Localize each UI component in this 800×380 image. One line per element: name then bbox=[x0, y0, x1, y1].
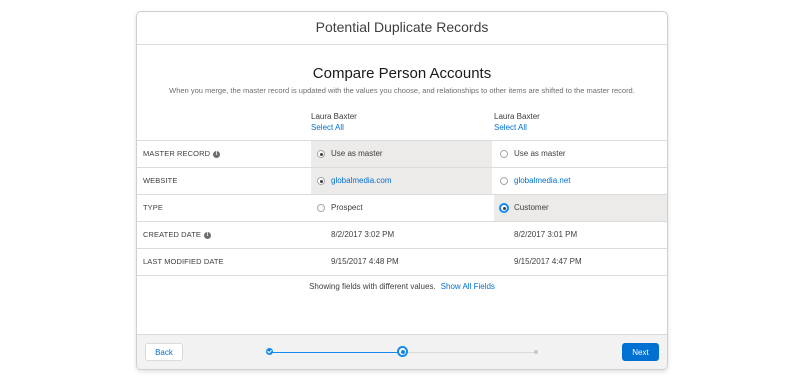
info-icon[interactable]: i bbox=[204, 231, 212, 239]
compare-heading: Compare Person Accounts bbox=[312, 65, 492, 82]
created-date-cell-2: 8/2/2017 3:01 PM bbox=[494, 222, 667, 248]
record-2-select-all-link[interactable]: Select All bbox=[494, 122, 540, 133]
last-modified-label: LAST MODIFIED DATE bbox=[143, 257, 224, 266]
modal-title: Potential Duplicate Records bbox=[137, 12, 667, 45]
master-record-value-2: Use as master bbox=[514, 149, 566, 158]
last-modified-cell-2: 9/15/2017 4:47 PM bbox=[494, 249, 667, 275]
last-modified-value-2: 9/15/2017 4:47 PM bbox=[514, 257, 582, 266]
created-date-cell-1: 8/2/2017 3:02 PM bbox=[311, 222, 492, 248]
fields-footnote: Showing fields with different values. Sho… bbox=[137, 282, 667, 291]
last-modified-cell-1: 9/15/2017 4:48 PM bbox=[311, 249, 492, 275]
created-date-label: CREATED DATE bbox=[143, 230, 202, 239]
record-2-name: Laura Baxter bbox=[494, 112, 540, 121]
info-icon[interactable]: i bbox=[213, 150, 221, 158]
master-record-label-wrap: MASTER RECORD i bbox=[143, 141, 221, 167]
website-value-2[interactable]: globalmedia.net bbox=[514, 168, 570, 194]
type-label: TYPE bbox=[143, 203, 163, 212]
progress-fill bbox=[270, 352, 404, 353]
website-value-1[interactable]: globalmedia.com bbox=[331, 168, 391, 194]
website-option-2[interactable]: globalmedia.net bbox=[494, 168, 667, 194]
type-value-1: Prospect bbox=[331, 203, 363, 212]
back-button[interactable]: Back bbox=[145, 343, 183, 361]
master-record-option-2[interactable]: Use as master bbox=[494, 141, 667, 167]
radio-button[interactable] bbox=[317, 204, 325, 212]
compare-table: MASTER RECORD i Use as master Use as mast… bbox=[137, 140, 667, 276]
created-date-value-2: 8/2/2017 3:01 PM bbox=[514, 230, 578, 239]
compare-subtext: When you merge, the master record is upd… bbox=[169, 86, 635, 95]
master-record-value-1: Use as master bbox=[331, 149, 383, 158]
row-type: TYPE Prospect Customer bbox=[137, 195, 667, 222]
master-record-option-1[interactable]: Use as master bbox=[311, 141, 492, 167]
record-1-name: Laura Baxter bbox=[311, 112, 357, 121]
type-value-2: Customer bbox=[514, 203, 549, 212]
radio-button[interactable] bbox=[500, 177, 508, 185]
footnote-text: Showing fields with different values. bbox=[309, 282, 436, 291]
type-option-2[interactable]: Customer bbox=[494, 195, 667, 221]
last-modified-value-1: 9/15/2017 4:48 PM bbox=[331, 257, 399, 266]
next-button[interactable]: Next bbox=[622, 343, 659, 361]
record-1-select-all-link[interactable]: Select All bbox=[311, 122, 357, 133]
created-date-label-wrap: CREATED DATE i bbox=[143, 222, 212, 248]
merge-modal: Potential Duplicate Records Compare Pers… bbox=[136, 11, 668, 370]
type-option-1[interactable]: Prospect bbox=[311, 195, 492, 221]
row-created-date: CREATED DATE i 8/2/2017 3:02 PM 8/2/2017 … bbox=[137, 222, 667, 249]
record-1-header: Laura Baxter Select All bbox=[311, 111, 357, 133]
radio-button[interactable] bbox=[317, 150, 325, 158]
radio-button[interactable] bbox=[500, 150, 508, 158]
radio-button[interactable] bbox=[317, 177, 325, 185]
created-date-value-1: 8/2/2017 3:02 PM bbox=[331, 230, 395, 239]
row-last-modified-date: LAST MODIFIED DATE 9/15/2017 4:48 PM 9/1… bbox=[137, 249, 667, 276]
progress-step-1-complete-icon[interactable] bbox=[266, 348, 273, 355]
row-master-record: MASTER RECORD i Use as master Use as mast… bbox=[137, 140, 667, 168]
website-option-1[interactable]: globalmedia.com bbox=[311, 168, 492, 194]
record-2-header: Laura Baxter Select All bbox=[494, 111, 540, 133]
progress-step-2-current-icon[interactable] bbox=[397, 346, 408, 357]
show-all-fields-link[interactable]: Show All Fields bbox=[441, 282, 495, 291]
master-record-label: MASTER RECORD bbox=[143, 149, 211, 158]
modal-footer: Back Next bbox=[137, 334, 667, 369]
progress-step-3-icon[interactable] bbox=[534, 350, 538, 354]
radio-button[interactable] bbox=[500, 204, 508, 212]
row-website: WEBSITE globalmedia.com globalmedia.net bbox=[137, 168, 667, 195]
website-label: WEBSITE bbox=[143, 176, 178, 185]
